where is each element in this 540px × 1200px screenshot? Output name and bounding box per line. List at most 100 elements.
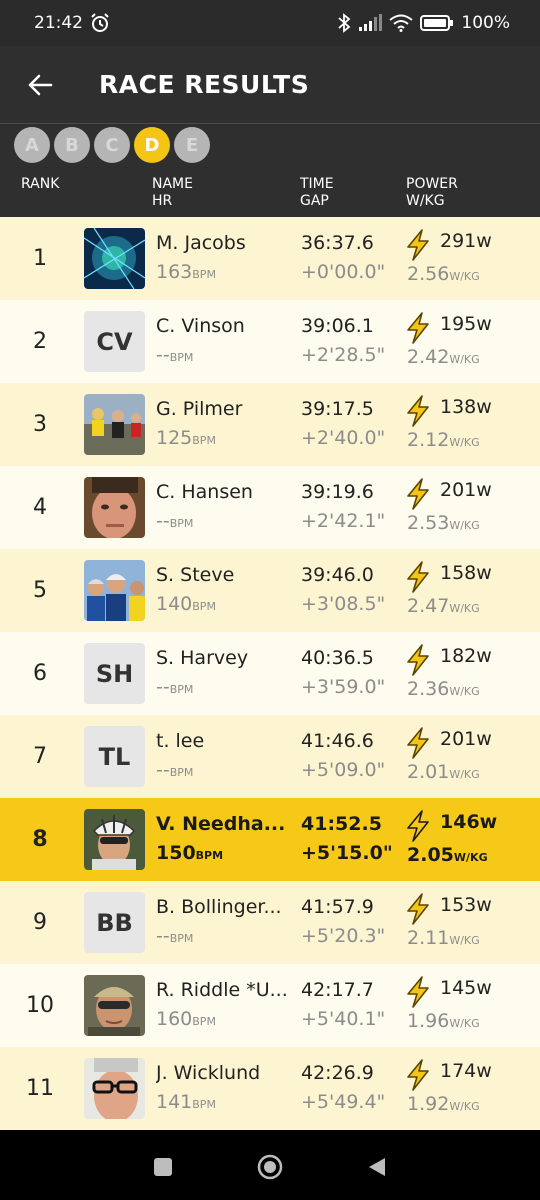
rider-name[interactable]: J. Wicklund xyxy=(156,1062,292,1084)
watts-per-kg: 2.12W/KG xyxy=(407,429,480,451)
power-bolt-icon xyxy=(405,395,431,427)
time-gap-header[interactable]: TIME GAP xyxy=(300,176,334,210)
watts-per-kg: 1.92W/KG xyxy=(407,1093,480,1115)
avatar-initials[interactable]: CV xyxy=(84,311,145,372)
avatar[interactable] xyxy=(84,394,145,455)
category-d-tab[interactable]: D xyxy=(134,127,170,163)
wifi-icon xyxy=(389,14,414,32)
bluetooth-icon xyxy=(337,13,351,33)
avatar[interactable] xyxy=(84,228,145,289)
avatar[interactable] xyxy=(84,809,145,870)
heart-rate: 160BPM xyxy=(156,1008,216,1030)
result-row[interactable]: 7 TL t. lee --BPM 41:46.6 +5'09.0" 201w 2.01W/K… xyxy=(0,715,540,798)
app-header: RACE RESULTS xyxy=(0,46,540,124)
name-hr-header[interactable]: NAME HR xyxy=(152,176,193,210)
back-button[interactable] xyxy=(0,46,80,124)
rider-name[interactable]: R. Riddle *U... xyxy=(156,979,292,1001)
power-watts: 153w xyxy=(440,894,492,916)
rank: 3 xyxy=(33,412,47,437)
rider-name[interactable]: C. Hansen xyxy=(156,481,292,503)
time-gap: +2'42.1" xyxy=(301,510,386,532)
result-row[interactable]: 6 SH S. Harvey --BPM 40:36.5 +3'59.0" 182w 2.36… xyxy=(0,632,540,715)
rank: 1 xyxy=(33,246,47,271)
rank: 8 xyxy=(32,827,48,852)
result-row[interactable]: 4 C. Hansen --BPM 39:19.6 +2'42.1" 201w 2.53W/… xyxy=(0,466,540,549)
back-arrow-icon xyxy=(28,74,53,95)
watts-per-kg: 2.01W/KG xyxy=(407,761,480,783)
rank: 10 xyxy=(26,993,54,1018)
power-watts: 146w xyxy=(440,811,498,833)
heart-rate: 163BPM xyxy=(156,261,216,283)
avatar[interactable] xyxy=(84,477,145,538)
rider-name[interactable]: V. Needha... xyxy=(156,813,292,835)
rank: 7 xyxy=(33,744,47,769)
time-gap: +2'28.5" xyxy=(301,344,386,366)
avatar-initials[interactable]: BB xyxy=(84,892,145,953)
back-nav-button[interactable] xyxy=(357,1147,397,1187)
avatar-initials[interactable]: SH xyxy=(84,643,145,704)
result-row-current-user[interactable]: 8 V. Needha... 150BPM 41:52.5 +5'15.0" 146w 2.… xyxy=(0,798,540,881)
power-bolt-icon xyxy=(405,561,431,593)
rider-name[interactable]: S. Harvey xyxy=(156,647,292,669)
page-title: RACE RESULTS xyxy=(99,70,310,99)
category-e-tab[interactable]: E xyxy=(174,127,210,163)
rank: 4 xyxy=(33,495,47,520)
power-bolt-icon xyxy=(405,976,431,1008)
category-b-tab[interactable]: B xyxy=(54,127,90,163)
avatar[interactable] xyxy=(84,1058,145,1119)
rank-header[interactable]: RANK xyxy=(21,176,59,193)
result-row[interactable]: 3 G. Pilmer 125BPM 39:17.5 +2'40.0" 138w 2.12W… xyxy=(0,383,540,466)
recents-icon xyxy=(154,1158,173,1176)
avatar[interactable] xyxy=(84,975,145,1036)
power-watts: 158w xyxy=(440,562,492,584)
heart-rate: --BPM xyxy=(156,676,194,698)
rank: 2 xyxy=(33,329,47,354)
rank: 5 xyxy=(33,578,47,603)
finish-time: 42:17.7 xyxy=(301,979,374,1001)
rider-name[interactable]: S. Steve xyxy=(156,564,292,586)
rider-name[interactable]: B. Bollinger... xyxy=(156,896,292,918)
home-button[interactable] xyxy=(250,1147,290,1187)
watts-per-kg: 2.56W/KG xyxy=(407,263,480,285)
time-gap: +5'20.3" xyxy=(301,925,386,947)
status-time: 21:42 xyxy=(34,13,83,33)
avatar[interactable] xyxy=(84,560,145,621)
finish-time: 40:36.5 xyxy=(301,647,374,669)
result-row[interactable]: 11 J. Wicklund 141BPM 42:26.9 +5'49.4" 174w 1.… xyxy=(0,1047,540,1130)
time-gap: +5'49.4" xyxy=(301,1091,386,1113)
heart-rate: 150BPM xyxy=(156,842,224,864)
watts-per-kg: 2.11W/KG xyxy=(407,927,480,949)
power-watts: 291w xyxy=(440,230,492,252)
result-row[interactable]: 9 BB B. Bollinger... --BPM 41:57.9 +5'20.3" 15… xyxy=(0,881,540,964)
power-watts: 201w xyxy=(440,728,492,750)
finish-time: 42:26.9 xyxy=(301,1062,374,1084)
power-watts: 201w xyxy=(440,479,492,501)
heart-rate: 141BPM xyxy=(156,1091,216,1113)
power-bolt-icon xyxy=(405,312,431,344)
system-nav-bar xyxy=(0,1134,540,1200)
result-row[interactable]: 5 S. Steve 140BPM 39:46.0 +3'08.5" 158w 2.47W/… xyxy=(0,549,540,632)
power-wkg-header[interactable]: POWER W/KG xyxy=(406,176,458,210)
avatar-initials[interactable]: TL xyxy=(84,726,145,787)
result-row[interactable]: 1 M. Jacobs 163BPM 36:37.6 +0'00.0" 291w 2.56W… xyxy=(0,217,540,300)
finish-time: 39:46.0 xyxy=(301,564,374,586)
rider-name[interactable]: M. Jacobs xyxy=(156,232,292,254)
finish-time: 36:37.6 xyxy=(301,232,374,254)
rider-name[interactable]: t. lee xyxy=(156,730,292,752)
time-gap: +0'00.0" xyxy=(301,261,386,283)
power-bolt-icon xyxy=(405,893,431,925)
result-row[interactable]: 10 R. Riddle *U... 160BPM 42:17.7 +5'40.1" 14… xyxy=(0,964,540,1047)
category-a-tab[interactable]: A xyxy=(14,127,50,163)
recents-button[interactable] xyxy=(143,1147,183,1187)
rider-name[interactable]: C. Vinson xyxy=(156,315,292,337)
watts-per-kg: 2.42W/KG xyxy=(407,346,480,368)
result-row[interactable]: 2 CV C. Vinson --BPM 39:06.1 +2'28.5" 195w 2.42… xyxy=(0,300,540,383)
watts-per-kg: 2.53W/KG xyxy=(407,512,480,534)
heart-rate: --BPM xyxy=(156,510,194,532)
heart-rate: --BPM xyxy=(156,344,194,366)
rider-name[interactable]: G. Pilmer xyxy=(156,398,292,420)
power-watts: 174w xyxy=(440,1060,492,1082)
power-bolt-icon xyxy=(405,810,431,842)
time-gap: +5'15.0" xyxy=(301,842,393,864)
category-c-tab[interactable]: C xyxy=(94,127,130,163)
